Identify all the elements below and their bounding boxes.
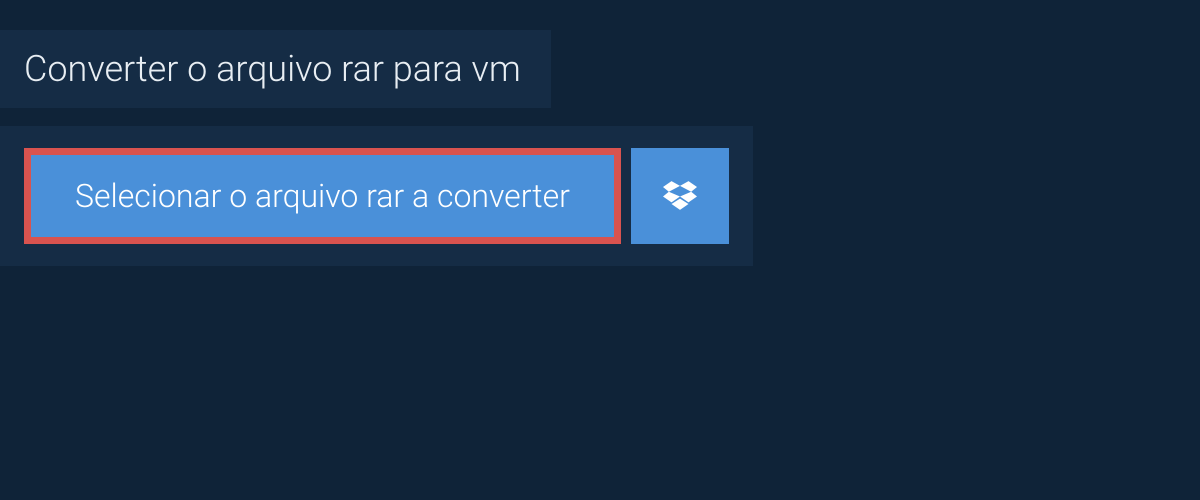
page-header: Converter o arquivo rar para vm [0, 30, 551, 108]
select-file-button[interactable]: Selecionar o arquivo rar a converter [24, 148, 621, 244]
select-file-label: Selecionar o arquivo rar a converter [75, 177, 570, 215]
dropbox-icon [663, 179, 697, 213]
upload-panel: Selecionar o arquivo rar a converter [0, 126, 753, 266]
page-title: Converter o arquivo rar para vm [24, 48, 521, 90]
dropbox-button[interactable] [631, 148, 729, 244]
